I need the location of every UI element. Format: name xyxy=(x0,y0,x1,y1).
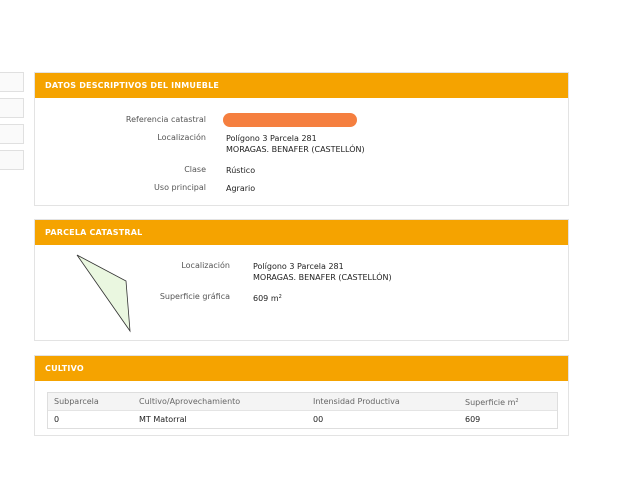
panel-title: CULTIVO xyxy=(35,356,568,381)
superficie-value: 609 m2 xyxy=(253,294,282,303)
cell-subparcela: 0 xyxy=(54,415,60,424)
uso-value: Agrario xyxy=(226,184,256,193)
side-tab-4[interactable] xyxy=(0,150,24,170)
redacted-referencia xyxy=(223,113,357,127)
clase-label: Clase xyxy=(184,165,206,174)
uso-label: Uso principal xyxy=(154,183,206,192)
side-tab-3[interactable] xyxy=(0,124,24,144)
parcela-catastral-panel: PARCELA CATASTRAL Localización Polígono … xyxy=(34,219,569,341)
parcel-shape[interactable] xyxy=(75,252,135,336)
side-tab-1[interactable] xyxy=(0,72,24,92)
datos-descriptivos-panel: DATOS DESCRIPTIVOS DEL INMUEBLE Referenc… xyxy=(34,72,569,206)
col-subparcela: Subparcela xyxy=(54,397,99,406)
cell-intensidad: 00 xyxy=(313,415,324,424)
table-row: 0 MT Matorral 00 609 xyxy=(48,411,557,428)
panel-title: PARCELA CATASTRAL xyxy=(35,220,568,245)
referencia-label: Referencia catastral xyxy=(125,115,206,124)
panel-title: DATOS DESCRIPTIVOS DEL INMUEBLE xyxy=(35,73,568,98)
side-tab-2[interactable] xyxy=(0,98,24,118)
superficie-label: Superficie gráfica xyxy=(159,292,230,301)
cultivo-panel: CULTIVO Subparcela Cultivo/Aprovechamien… xyxy=(34,355,569,436)
clase-value: Rústico xyxy=(226,166,256,175)
col-superficie: Superficie m2 xyxy=(465,398,519,407)
col-cultivo: Cultivo/Aprovechamiento xyxy=(139,397,241,406)
table-header-row: Subparcela Cultivo/Aprovechamiento Inten… xyxy=(48,393,557,411)
localizacion-line-2: MORAGAS. BENAFER (CASTELLÓN) xyxy=(226,145,365,154)
parcela-localizacion-label: Localización xyxy=(181,261,230,270)
parcela-localizacion-line-2: MORAGAS. BENAFER (CASTELLÓN) xyxy=(253,273,392,282)
cultivo-table: Subparcela Cultivo/Aprovechamiento Inten… xyxy=(47,392,558,429)
localizacion-label: Localización xyxy=(157,133,206,142)
cell-cultivo: MT Matorral xyxy=(139,415,187,424)
localizacion-line-1: Polígono 3 Parcela 281 xyxy=(226,134,317,143)
col-intensidad: Intensidad Productiva xyxy=(313,397,400,406)
cell-superficie: 609 xyxy=(465,415,481,424)
parcela-localizacion-line-1: Polígono 3 Parcela 281 xyxy=(253,262,344,271)
